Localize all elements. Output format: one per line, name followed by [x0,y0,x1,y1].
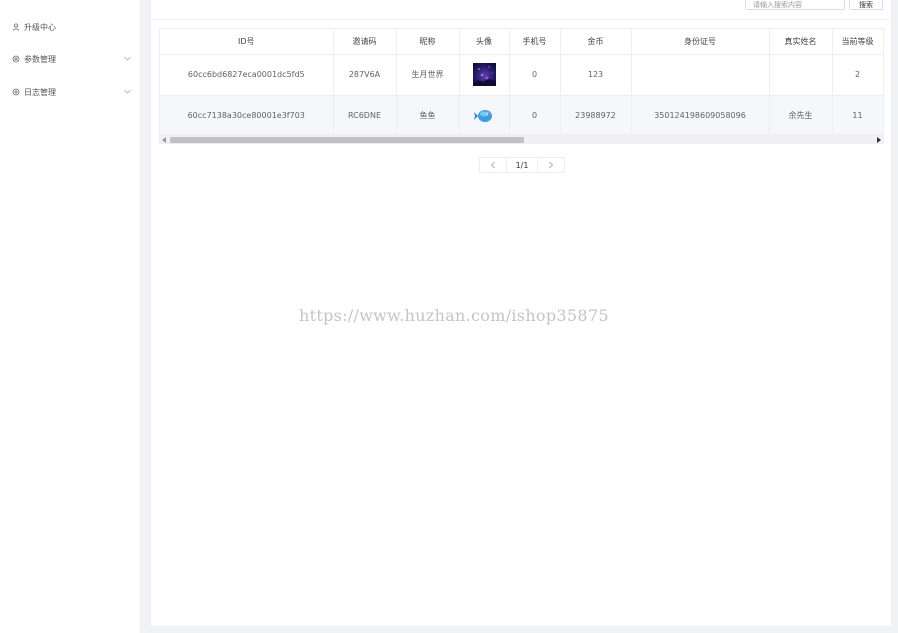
sidebar-item-log-management[interactable]: 日志管理 [12,85,132,99]
user-table: ID号 邀请码 昵称 头像 手机号 金币 身份证号 真实姓名 当前等级 60cc… [159,28,884,144]
sidebar-item-upgrade-center[interactable]: 升级中心 [12,20,132,34]
table-row[interactable]: 60cc7138a30ce80001e3f703 RC6DNE 鱼鱼 0 239… [160,95,884,136]
cell-realname [769,54,833,96]
pagination: 1/1 [479,157,565,173]
search-button[interactable]: 搜索 [849,0,883,10]
sidebar: 升级中心 参数管理 日志管理 [0,0,141,633]
prev-page-button[interactable] [479,157,507,173]
col-header-idcard: 身份证号 [631,29,770,55]
cell-coins: 23988972 [560,95,632,136]
cell-invite: RC6DNE [333,95,397,136]
table-horizontal-scrollbar[interactable] [159,134,884,144]
gear-icon [12,88,20,96]
col-header-avatar: 头像 [459,29,510,55]
next-page-button[interactable] [537,157,565,173]
page-indicator: 1/1 [507,157,537,173]
cell-nickname: 生月世界 [396,54,460,96]
cell-avatar [459,54,510,96]
sidebar-item-label: 日志管理 [24,87,56,97]
col-header-coins: 金币 [560,29,632,55]
toolbar-divider [150,19,892,20]
table-row[interactable]: 60cc6bd6827eca0001dc5fd5 287V6A 生月世界 0 1… [160,54,884,96]
scrollbar-thumb[interactable] [170,137,524,143]
cell-nickname: 鱼鱼 [396,95,460,136]
cell-level: 11 [832,95,883,136]
col-header-nickname: 昵称 [396,29,460,55]
cell-phone: 0 [509,54,561,96]
cell-extra [883,95,884,135]
cell-coins: 123 [560,54,632,96]
col-header-id: ID号 [160,29,334,55]
cell-phone: 0 [509,95,561,136]
cell-id: 60cc7138a30ce80001e3f703 [160,95,334,136]
cell-idcard [631,54,770,96]
col-header-level: 当前等级 [832,29,883,55]
cell-avatar [459,95,510,136]
sidebar-item-label: 升级中心 [24,22,56,32]
chevron-down-icon [124,89,131,94]
cell-idcard: 350124198609058096 [631,95,770,136]
sidebar-item-param-management[interactable]: 参数管理 [12,52,132,66]
cell-id: 60cc6bd6827eca0001dc5fd5 [160,54,334,96]
scroll-right-icon[interactable] [877,137,881,143]
col-header-phone: 手机号 [509,29,561,55]
cell-level: 2 [832,54,883,96]
user-icon [12,23,20,31]
gear-icon [12,55,20,63]
cell-extra [883,54,884,95]
cell-realname: 余先生 [769,95,833,136]
col-header-invite: 邀请码 [333,29,397,55]
scroll-left-icon[interactable] [162,137,166,143]
chevron-left-icon [490,161,495,169]
sidebar-item-label: 参数管理 [24,54,56,64]
watermark-text: https://www.huzhan.com/ishop35875 [299,306,609,325]
col-header-extra [883,29,884,54]
chevron-down-icon [124,56,131,61]
search-input[interactable]: 请输入搜索内容 [745,0,845,10]
chevron-right-icon [549,161,554,169]
avatar-image[interactable] [472,63,496,86]
table-header-row: ID号 邀请码 昵称 头像 手机号 金币 身份证号 真实姓名 当前等级 [160,29,884,55]
avatar-image[interactable] [472,103,496,127]
col-header-realname: 真实姓名 [769,29,833,55]
cell-invite: 287V6A [333,54,397,96]
